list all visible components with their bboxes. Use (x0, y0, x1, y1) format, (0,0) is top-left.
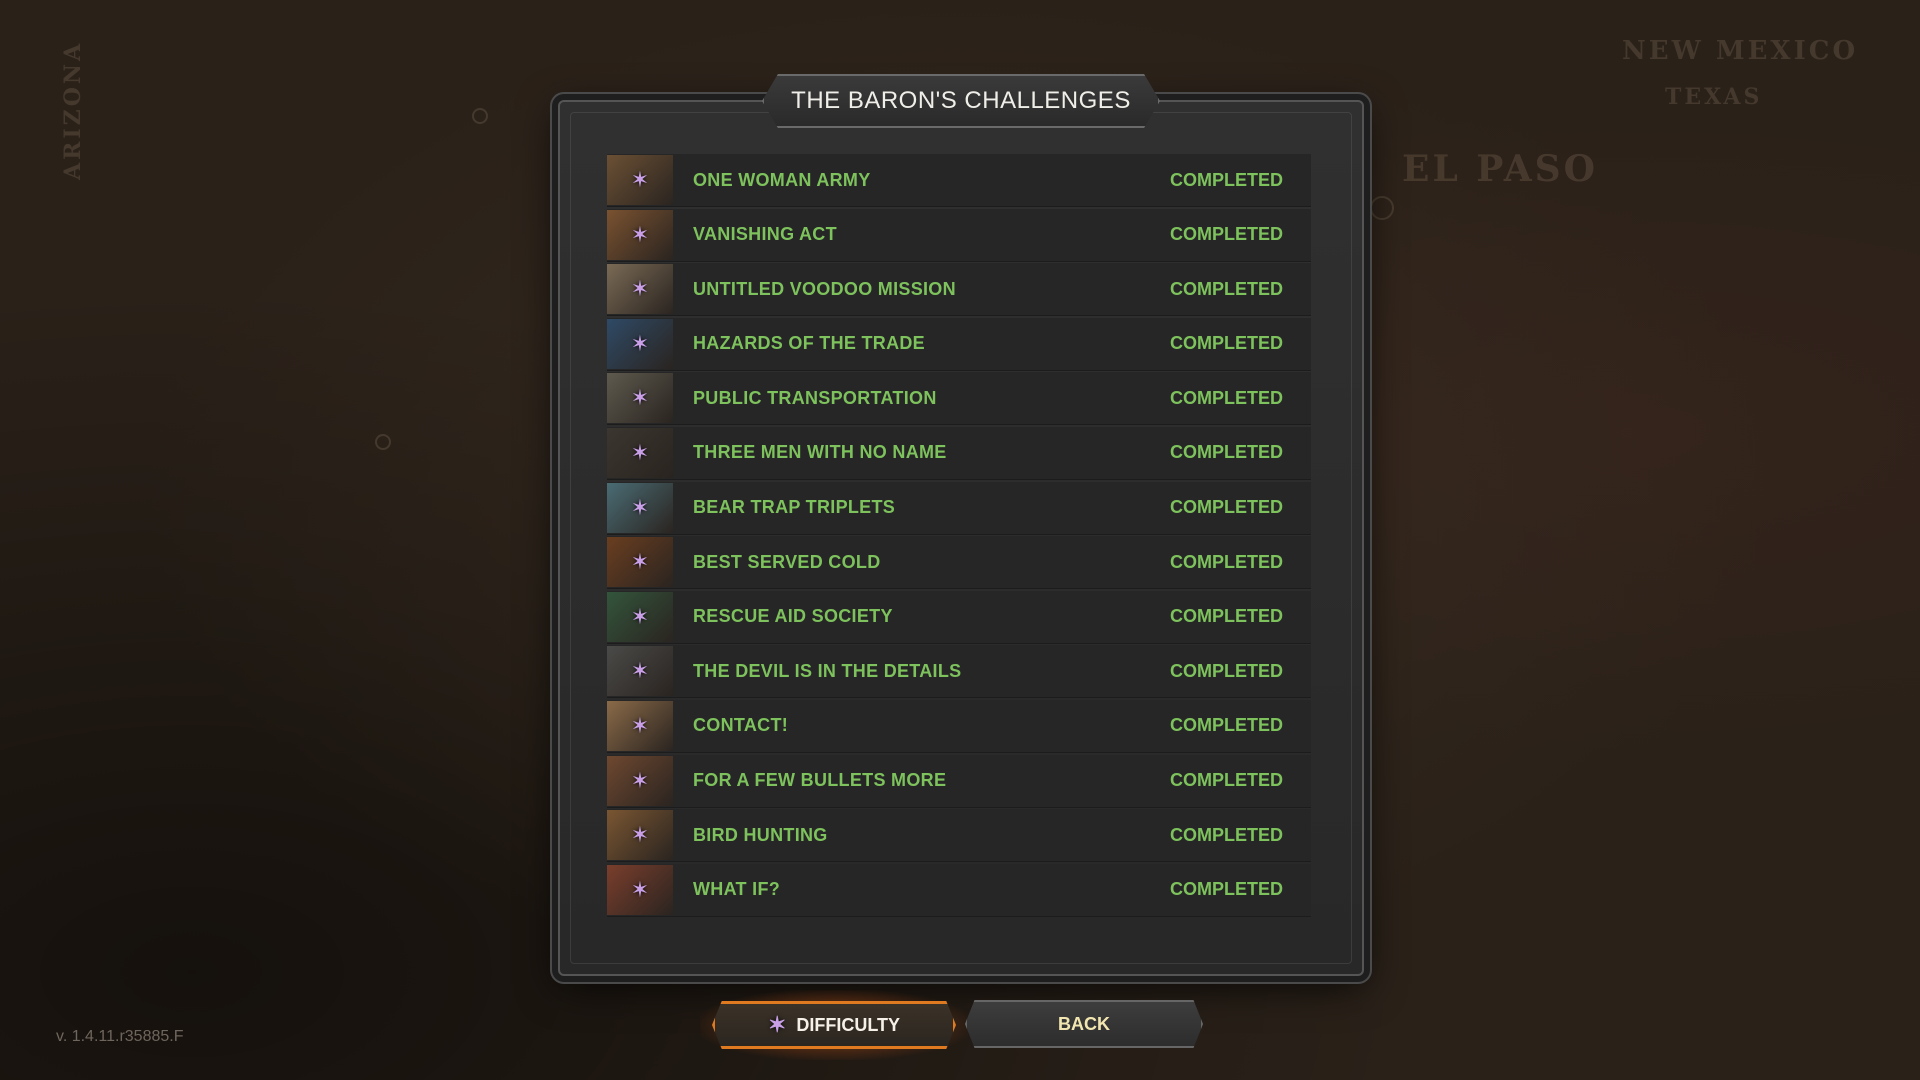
challenge-name: CONTACT! (693, 715, 789, 736)
challenge-row[interactable]: ✶ WHAT IF? COMPLETED (607, 863, 1311, 917)
star-icon: ✶ (630, 276, 650, 302)
challenge-name: UNTITLED VOODOO MISSION (693, 278, 956, 299)
star-icon: ✶ (767, 1012, 787, 1037)
map-town-marker (472, 108, 488, 124)
challenge-thumbnail: ✶ (607, 209, 673, 260)
star-icon: ✶ (630, 603, 650, 629)
map-label-el-paso: EL PASO (1402, 148, 1599, 190)
star-icon: ✶ (630, 167, 650, 192)
challenge-row[interactable]: ✶ BEAR TRAP TRIPLETS COMPLETED (607, 481, 1311, 535)
back-button-label: BACK (1058, 1013, 1110, 1034)
challenge-row[interactable]: ✶ CONTACT! COMPLETED (607, 699, 1311, 753)
challenge-row[interactable]: ✶ UNTITLED VOODOO MISSION COMPLETED (607, 263, 1311, 317)
map-label-texas: TEXAS (1665, 84, 1763, 110)
challenge-thumbnail: ✶ (607, 155, 673, 205)
challenge-name: PUBLIC TRANSPORTATION (693, 387, 937, 408)
challenge-status: COMPLETED (1169, 387, 1283, 408)
challenge-thumbnail: ✶ (607, 264, 673, 315)
challenge-thumbnail: ✶ (607, 755, 673, 806)
panel-title: THE BARON'S CHALLENGES (791, 87, 1131, 114)
star-icon: ✶ (630, 494, 650, 520)
challenge-status: COMPLETED (1169, 551, 1283, 572)
challenge-name: RESCUE AID SOCIETY (693, 606, 893, 627)
challenge-status: COMPLETED (1169, 660, 1283, 681)
challenge-row[interactable]: ✶ FOR A FEW BULLETS MORE COMPLETED (607, 754, 1311, 808)
map-label-arizona: ARIZONA (60, 40, 86, 180)
challenge-status: COMPLETED (1169, 497, 1283, 518)
challenge-row[interactable]: ✶ THREE MEN WITH NO NAME COMPLETED (607, 426, 1311, 480)
challenge-row[interactable]: ✶ VANISHING ACT COMPLETED (607, 208, 1311, 262)
challenge-status: COMPLETED (1169, 169, 1283, 190)
difficulty-button-label: DIFFICULTY (796, 1014, 901, 1035)
challenge-thumbnail: ✶ (607, 591, 673, 642)
version-label: v. 1.4.11.r35885.F (56, 1028, 184, 1045)
panel-title-plate: THE BARON'S CHALLENGES (762, 74, 1160, 128)
challenge-thumbnail: ✶ (607, 646, 673, 697)
challenge-list: ✶ ONE WOMAN ARMY COMPLETED ✶ VANISHING ACT CO… (607, 154, 1311, 918)
challenge-name: HAZARDS OF THE TRADE (693, 333, 925, 354)
back-button[interactable]: BACK (965, 1000, 1203, 1048)
star-icon: ✶ (630, 439, 650, 465)
map-town-marker (1370, 196, 1394, 220)
challenge-name: BIRD HUNTING (693, 824, 828, 845)
star-icon: ✶ (630, 549, 650, 575)
challenge-thumbnail: ✶ (607, 318, 673, 369)
map-label-new-mexico: NEW MEXICO (1622, 36, 1859, 66)
map-town-marker (375, 434, 391, 450)
challenge-thumbnail: ✶ (607, 373, 673, 424)
challenge-name: ONE WOMAN ARMY (693, 169, 871, 190)
star-icon: ✶ (630, 221, 650, 247)
star-icon: ✶ (630, 385, 650, 411)
challenge-name: THREE MEN WITH NO NAME (693, 442, 947, 463)
challenge-name: WHAT IF? (693, 879, 781, 900)
challenge-thumbnail: ✶ (607, 427, 673, 478)
challenge-thumbnail: ✶ (607, 700, 673, 751)
challenge-row[interactable]: ✶ HAZARDS OF THE TRADE COMPLETED (607, 317, 1311, 371)
challenge-row[interactable]: ✶ THE DEVIL IS IN THE DETAILS COMPLETED (607, 645, 1311, 699)
challenge-status: COMPLETED (1169, 278, 1283, 299)
challenge-status: COMPLETED (1169, 715, 1283, 736)
challenge-status: COMPLETED (1169, 879, 1283, 900)
challenge-name: THE DEVIL IS IN THE DETAILS (693, 660, 962, 681)
challenge-row[interactable]: ✶ BIRD HUNTING COMPLETED (607, 809, 1311, 863)
star-icon: ✶ (630, 822, 650, 848)
challenge-row[interactable]: ✶ PUBLIC TRANSPORTATION COMPLETED (607, 372, 1311, 426)
challenge-name: BEST SERVED COLD (693, 551, 881, 572)
challenge-name: FOR A FEW BULLETS MORE (693, 770, 947, 791)
difficulty-button[interactable]: ✶ DIFFICULTY (712, 1001, 956, 1049)
star-icon: ✶ (630, 658, 650, 684)
challenge-row[interactable]: ✶ ONE WOMAN ARMY COMPLETED (607, 154, 1311, 207)
challenge-status: COMPLETED (1169, 606, 1283, 627)
star-icon: ✶ (630, 712, 650, 738)
challenge-row[interactable]: ✶ BEST SERVED COLD COMPLETED (607, 536, 1311, 590)
challenge-status: COMPLETED (1169, 333, 1283, 354)
star-icon: ✶ (630, 767, 650, 793)
star-icon: ✶ (630, 330, 650, 356)
challenge-thumbnail: ✶ (607, 482, 673, 533)
challenge-name: BEAR TRAP TRIPLETS (693, 497, 896, 518)
star-icon: ✶ (630, 876, 650, 902)
challenge-thumbnail: ✶ (607, 864, 673, 915)
challenge-status: COMPLETED (1169, 442, 1283, 463)
challenge-thumbnail: ✶ (607, 810, 673, 861)
challenge-status: COMPLETED (1169, 824, 1283, 845)
challenge-name: VANISHING ACT (693, 224, 837, 245)
challenge-status: COMPLETED (1169, 224, 1283, 245)
challenge-status: COMPLETED (1169, 770, 1283, 791)
challenge-thumbnail: ✶ (607, 537, 673, 588)
challenge-row[interactable]: ✶ RESCUE AID SOCIETY COMPLETED (607, 590, 1311, 644)
